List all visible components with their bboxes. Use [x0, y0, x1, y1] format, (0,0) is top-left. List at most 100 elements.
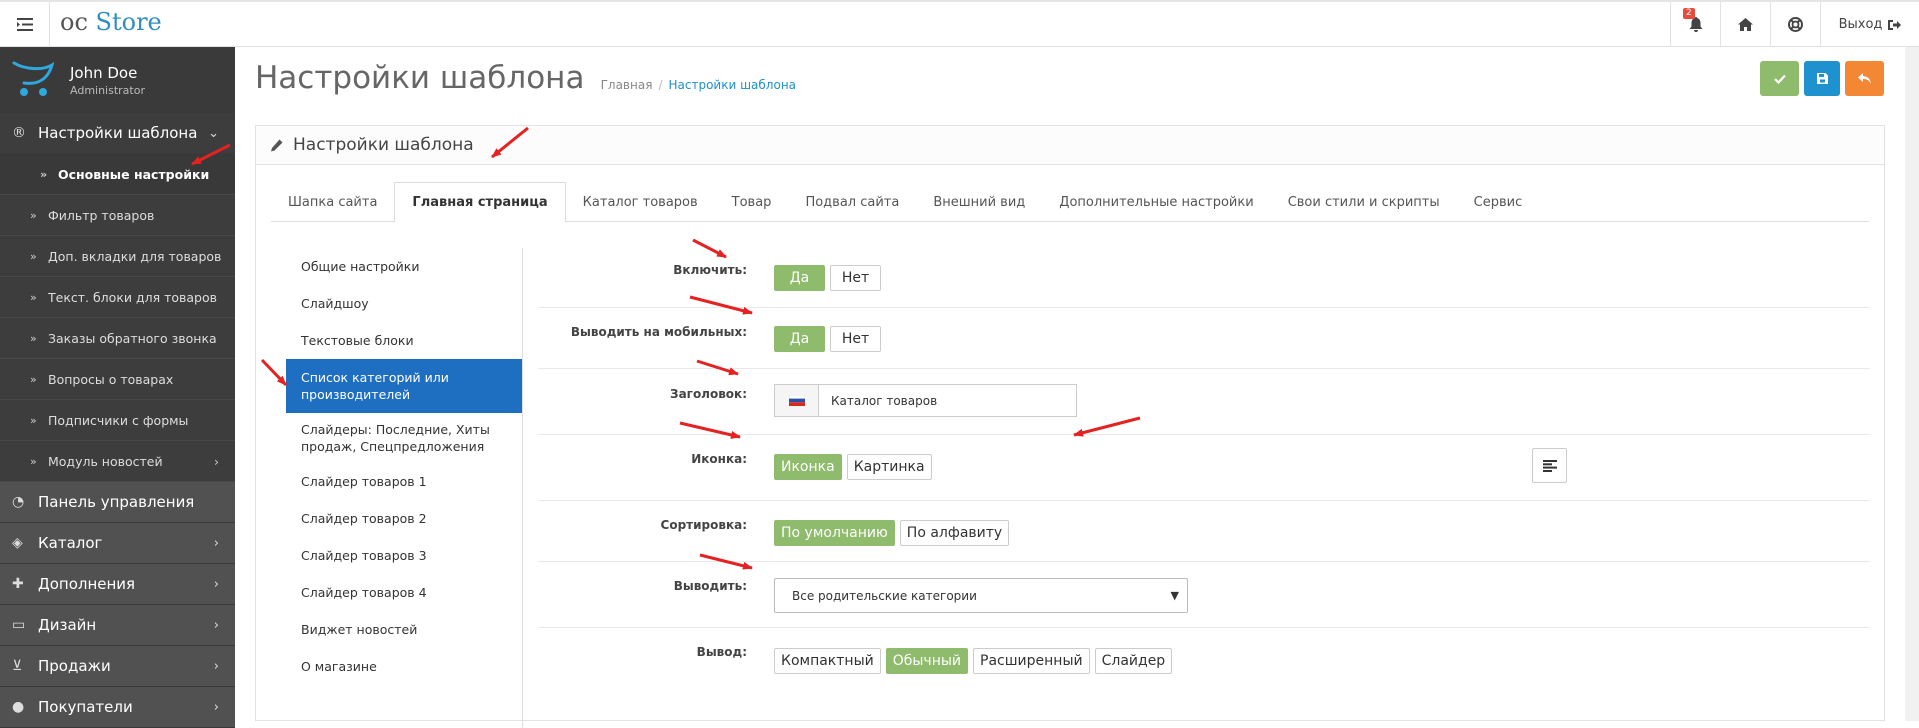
icon-option-icon-button[interactable]: Иконка	[774, 454, 842, 480]
check-icon	[1773, 74, 1786, 84]
list-item[interactable]: Слайдеры: Последние, Хиты продаж, Спецпр…	[286, 413, 522, 463]
sidebar-item-label: Заказы обратного звонка	[48, 330, 217, 346]
logout-label: Выход	[1838, 17, 1883, 32]
dashboard-icon: ◔	[12, 494, 25, 510]
list-item[interactable]: О магазине	[286, 648, 522, 685]
double-chevron-icon: »	[30, 208, 37, 222]
tab-home-page[interactable]: Главная страница	[394, 182, 566, 223]
shopping-cart-icon: ⊻	[12, 658, 23, 674]
logout-button[interactable]: Выход	[1820, 2, 1919, 47]
breadcrumb-separator: /	[658, 77, 663, 92]
sidebar-item-label: Доп. вкладки для товаров	[48, 248, 222, 264]
chevron-right-icon: ›	[213, 535, 219, 551]
sidebar-item-customers[interactable]: ● Покупатели ›	[0, 687, 235, 728]
logo-prefix: oc	[60, 8, 88, 36]
tab-service[interactable]: Сервис	[1457, 182, 1540, 222]
profile-name: John Doe	[70, 63, 138, 82]
enable-no-button[interactable]: Нет	[830, 265, 881, 291]
sidebar-subitem-product-filter[interactable]: » Фильтр товаров	[0, 195, 235, 236]
chevron-right-icon: ›	[213, 699, 219, 715]
sidebar-item-dashboard[interactable]: ◔ Панель управления	[0, 482, 235, 523]
list-item-active[interactable]: Список категорий или производителей	[286, 359, 522, 413]
sidebar-subitem-callback-orders[interactable]: » Заказы обратного звонка	[0, 318, 235, 359]
tab-custom-styles[interactable]: Свои стили и скрипты	[1271, 182, 1457, 222]
sidebar-subitem-main-settings[interactable]: » Основные настройки	[0, 154, 235, 195]
sort-alphabetical-button[interactable]: По алфавиту	[899, 520, 1010, 546]
breadcrumb: Главная / Настройки шаблона	[601, 78, 796, 92]
list-item[interactable]: Слайдер товаров 2	[286, 500, 522, 537]
sidebar-subitem-form-subscribers[interactable]: » Подписчики с формы	[0, 400, 235, 441]
double-chevron-icon: »	[30, 249, 37, 263]
double-chevron-icon: »	[30, 454, 37, 468]
breadcrumb-home[interactable]: Главная	[601, 78, 653, 92]
mobile-yes-button[interactable]: Да	[774, 326, 825, 352]
chevron-right-icon: ›	[213, 658, 219, 674]
home-button[interactable]	[1720, 2, 1770, 47]
show-select-value: Все родительские категории	[792, 588, 977, 603]
page-title: Настройки шаблона	[255, 60, 585, 96]
view-normal-button[interactable]: Обычный	[885, 648, 969, 674]
notifications-button[interactable]: 2	[1670, 2, 1720, 47]
sidebar: John Doe Administrator ® Настройки шабло…	[0, 47, 235, 728]
tab-product-catalog[interactable]: Каталог товаров	[566, 182, 715, 222]
sidebar-item-label: Дизайн	[38, 616, 97, 634]
list-item[interactable]: Слайдер товаров 4	[286, 574, 522, 611]
show-label: Выводить:	[673, 579, 747, 593]
double-chevron-icon: »	[30, 290, 37, 304]
menu-toggle-button[interactable]	[0, 2, 50, 47]
sidebar-item-label: Панель управления	[38, 493, 195, 511]
apply-button[interactable]	[1760, 61, 1799, 96]
tab-appearance[interactable]: Внешний вид	[916, 182, 1042, 222]
sort-row: Сортировка: По умолчанию По алфавиту	[538, 501, 1870, 562]
icon-picker-button[interactable]	[1532, 448, 1567, 483]
mobile-no-button[interactable]: Нет	[830, 326, 881, 352]
enable-yes-button[interactable]: Да	[774, 265, 825, 291]
icon-option-image-button[interactable]: Картинка	[846, 454, 932, 480]
sidebar-item-sales[interactable]: ⊻ Продажи ›	[0, 646, 235, 687]
notification-badge: 2	[1683, 8, 1695, 19]
sidebar-subitem-product-questions[interactable]: » Вопросы о товарах	[0, 359, 235, 400]
sidebar-item-design[interactable]: ▭ Дизайн ›	[0, 605, 235, 646]
heading-input[interactable]: Каталог товаров	[818, 384, 1077, 417]
tags-icon: ◈	[12, 535, 23, 551]
tab-bar: Шапка сайта Главная страница Каталог тов…	[271, 182, 1869, 223]
back-button[interactable]	[1845, 61, 1884, 96]
list-item[interactable]: Виджет новостей	[286, 611, 522, 648]
view-compact-button[interactable]: Компактный	[774, 648, 881, 674]
sidebar-subitem-news-module[interactable]: » Модуль новостей ›	[0, 441, 235, 482]
show-select[interactable]: Все родительские категории ▼	[774, 578, 1188, 613]
sign-out-icon	[1888, 19, 1902, 30]
save-button[interactable]	[1804, 61, 1840, 96]
sidebar-item-template-settings[interactable]: ® Настройки шаблона ⌄	[0, 113, 235, 154]
sidebar-item-catalog[interactable]: ◈ Каталог ›	[0, 523, 235, 564]
tab-additional-settings[interactable]: Дополнительные настройки	[1042, 182, 1270, 222]
mobile-row: Выводить на мобильных: Да Нет	[538, 308, 1870, 369]
view-label: Вывод:	[696, 645, 747, 659]
list-item[interactable]: Текстовые блоки	[286, 322, 522, 359]
list-item[interactable]: Слайдшоу	[286, 285, 522, 322]
view-extended-button[interactable]: Расширенный	[973, 648, 1090, 674]
tab-footer[interactable]: Подвал сайта	[788, 182, 916, 222]
tab-header[interactable]: Шапка сайта	[271, 182, 394, 222]
tab-product[interactable]: Товар	[715, 182, 789, 222]
chevron-down-icon: ▼	[1170, 589, 1179, 602]
logo[interactable]: oc Store	[60, 8, 162, 36]
sidebar-subitem-text-blocks[interactable]: » Текст. блоки для товаров	[0, 277, 235, 318]
avatar	[12, 59, 55, 101]
registered-icon: ®	[12, 125, 26, 141]
double-chevron-icon: »	[30, 372, 37, 386]
help-button[interactable]	[1770, 2, 1820, 47]
list-item[interactable]: Общие настройки	[286, 248, 522, 285]
double-chevron-icon: »	[30, 413, 37, 427]
user-profile[interactable]: John Doe Administrator	[0, 47, 235, 113]
sort-default-button[interactable]: По умолчанию	[774, 520, 895, 546]
sidebar-item-extensions[interactable]: ✚ Дополнения ›	[0, 564, 235, 605]
view-slider-button[interactable]: Слайдер	[1094, 648, 1173, 674]
breadcrumb-current[interactable]: Настройки шаблона	[668, 78, 796, 92]
show-row: Выводить: Все родительские категории ▼	[538, 562, 1870, 628]
icon-label: Иконка:	[691, 452, 747, 466]
sidebar-subitem-extra-tabs[interactable]: » Доп. вкладки для товаров	[0, 236, 235, 277]
list-item[interactable]: Слайдер товаров 3	[286, 537, 522, 574]
scrollbar[interactable]	[1905, 47, 1919, 721]
list-item[interactable]: Слайдер товаров 1	[286, 463, 522, 500]
